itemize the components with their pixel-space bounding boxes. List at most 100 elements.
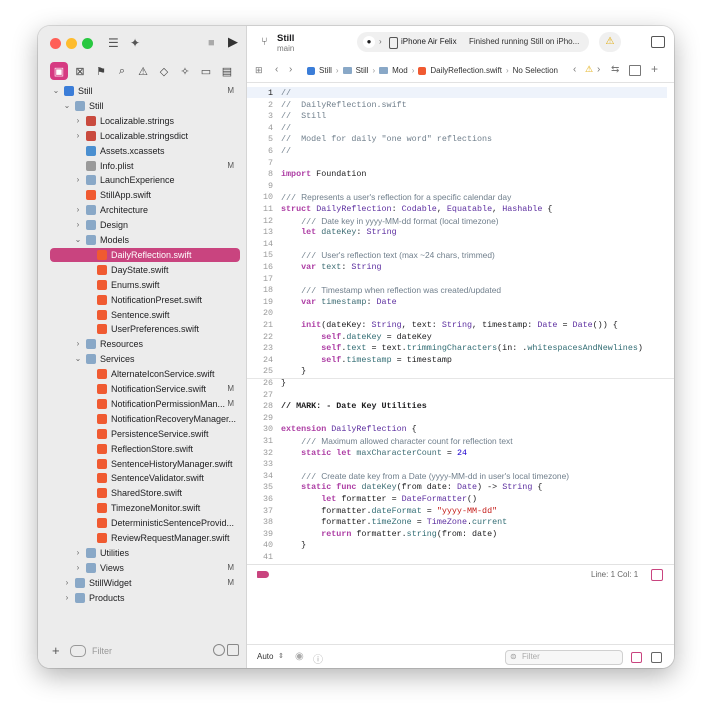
navigator-file-row[interactable]: NotificationRecoveryManager... (50, 412, 240, 426)
scheme-icon[interactable]: ● (363, 36, 375, 48)
sparkle-icon[interactable]: ✦ (130, 36, 140, 50)
chevron-right-icon[interactable]: › (74, 129, 82, 143)
code-line[interactable]: // Still (281, 111, 326, 121)
code-line[interactable]: // Model for daily "one word" reflection… (281, 134, 492, 144)
console-filter-field[interactable]: ⊜ Filter (505, 650, 623, 665)
code-line[interactable]: return formatter.string(from: date) (281, 529, 497, 539)
navigator-folder-row[interactable]: ⌄ Still M (50, 84, 240, 98)
code-line[interactable]: /// User's reflection text (max ~24 char… (281, 250, 495, 261)
code-line[interactable]: } (281, 366, 306, 376)
chevron-down-icon[interactable]: ⌄ (74, 233, 82, 247)
navigator-file-row[interactable]: AlternateIconService.swift (50, 367, 240, 381)
grid-icon[interactable]: ⊞ (255, 65, 263, 76)
branch-name[interactable]: main (277, 44, 294, 53)
navigator-file-row[interactable]: SentenceHistoryManager.swift (50, 457, 240, 471)
navigator-folder-row[interactable]: › StillWidget M (50, 576, 240, 590)
code-line[interactable]: let dateKey: String (281, 227, 397, 237)
related-items-icon[interactable]: ⇆ (611, 64, 619, 75)
chevron-down-icon[interactable]: ⌄ (52, 84, 60, 98)
stop-icon[interactable]: ■ (208, 36, 215, 50)
report-icon[interactable]: ▤ (218, 62, 236, 80)
project-name[interactable]: Still (277, 33, 294, 44)
breadcrumb-item[interactable]: Still (319, 66, 332, 75)
folder-icon[interactable]: ▣ (50, 62, 68, 80)
debug-area-toggle-icon[interactable] (651, 569, 663, 581)
changed-files-icon[interactable] (227, 644, 239, 656)
info-icon[interactable]: ⓘ (313, 651, 323, 666)
navigator-folder-row[interactable]: › LaunchExperience (50, 173, 240, 187)
code-line[interactable]: // MARK: - Date Key Utilities (281, 401, 427, 411)
chevron-right-icon[interactable]: › (63, 591, 71, 605)
code-line[interactable]: /// Date key in yyyy-MM-dd format (local… (281, 216, 498, 227)
warning-icon[interactable]: ⚠ (599, 32, 621, 52)
chevron-down-icon[interactable]: ⌄ (63, 99, 71, 113)
navigator-file-row[interactable]: StillApp.swift (50, 188, 240, 202)
breakpoint-icon[interactable]: ▭ (197, 62, 215, 80)
navigator-folder-row[interactable]: ⌄ Models (50, 233, 240, 247)
breadcrumb-item[interactable]: Mod (392, 66, 408, 75)
recent-files-icon[interactable] (213, 644, 225, 656)
chevron-right-icon[interactable]: › (74, 218, 82, 232)
next-issue-icon[interactable]: › (597, 64, 600, 75)
bookmark-icon[interactable]: ⚑ (92, 62, 110, 80)
navigator-folder-row[interactable]: › Utilities (50, 546, 240, 560)
navigator-file-row[interactable]: TimezoneMonitor.swift (50, 501, 240, 515)
console-filter-input[interactable]: Filter (522, 652, 540, 661)
code-line[interactable]: } (281, 540, 306, 550)
code-line[interactable]: let formatter = DateFormatter() (281, 494, 477, 504)
code-line[interactable]: init(dateKey: String, text: String, time… (281, 320, 618, 330)
eye-icon[interactable]: ◉ (295, 651, 304, 662)
navigator-file-row[interactable]: › Localizable.stringsdict (50, 129, 240, 143)
code-line[interactable]: import Foundation (281, 169, 366, 179)
code-line[interactable]: struct DailyReflection: Codable, Equatab… (281, 204, 552, 214)
chevron-right-icon[interactable]: › (74, 114, 82, 128)
chevron-right-icon[interactable]: › (74, 546, 82, 560)
code-line[interactable]: /// Timestamp when reflection was create… (281, 285, 501, 296)
breadcrumb-item[interactable]: DailyReflection.swift (430, 66, 502, 75)
breadcrumb-item[interactable]: Still (356, 66, 369, 75)
code-line[interactable]: self.timestamp = timestamp (281, 355, 452, 365)
add-icon[interactable]: + (52, 643, 60, 658)
code-line[interactable]: // (281, 123, 291, 133)
debug-icon[interactable]: ✧ (176, 62, 194, 80)
code-line[interactable]: formatter.dateFormat = "yyyy-MM-dd" (281, 506, 497, 516)
navigator-file-row[interactable]: DeterministicSentenceProvid... (50, 516, 240, 530)
chevron-right-icon[interactable]: › (74, 173, 82, 187)
navigator-file-row[interactable]: SentenceValidator.swift (50, 471, 240, 485)
run-icon[interactable]: ▶ (228, 35, 238, 49)
navigator-file-row[interactable]: › Localizable.strings (50, 114, 240, 128)
code-line[interactable]: /// Represents a user's reflection for a… (281, 192, 511, 203)
navigator-folder-row[interactable]: ⌄ Still (50, 99, 240, 113)
code-line[interactable]: self.dateKey = dateKey (281, 332, 432, 342)
close-window-button[interactable] (50, 38, 61, 49)
code-line[interactable]: var text: String (281, 262, 381, 272)
console-view-toggle-icon[interactable] (651, 652, 662, 663)
run-destination[interactable]: iPhone Air Felix (401, 37, 457, 46)
test-icon[interactable]: ◇ (155, 62, 173, 80)
chevron-right-icon[interactable]: › (63, 576, 71, 590)
navigator-file-row[interactable]: SharedStore.swift (50, 486, 240, 500)
minimize-window-button[interactable] (66, 38, 77, 49)
chevron-right-icon[interactable]: › (74, 337, 82, 351)
chevron-right-icon[interactable]: › (74, 561, 82, 575)
navigator-file-row[interactable]: Assets.xcassets (50, 144, 240, 158)
code-line[interactable]: static func dateKey(from date: Date) -> … (281, 482, 542, 492)
navigator-folder-row[interactable]: › Design (50, 218, 240, 232)
chevron-right-icon[interactable]: › (74, 203, 82, 217)
zoom-window-button[interactable] (82, 38, 93, 49)
sidebar-toggle-icon[interactable]: ☰ (108, 36, 119, 50)
search-icon[interactable]: ⌕ (113, 62, 131, 80)
warning-icon[interactable]: ⚠ (585, 64, 593, 75)
warning-icon[interactable]: ⚠ (134, 62, 152, 80)
navigator-folder-row[interactable]: › Products (50, 591, 240, 605)
navigator-file-row[interactable]: PersistenceService.swift (50, 427, 240, 441)
source-control-icon[interactable]: ⊠ (71, 62, 89, 80)
split-editor-icon[interactable] (629, 65, 641, 76)
variables-view-toggle-icon[interactable] (631, 652, 642, 663)
navigator-file-row[interactable]: Info.plist M (50, 159, 240, 173)
navigator-file-row[interactable]: NotificationService.swift M (50, 382, 240, 396)
code-line[interactable]: extension DailyReflection { (281, 424, 417, 434)
navigator-file-row[interactable]: ReflectionStore.swift (50, 442, 240, 456)
variables-mode-select[interactable]: Auto (257, 652, 273, 661)
navigator-file-row[interactable]: Sentence.swift (50, 308, 240, 322)
